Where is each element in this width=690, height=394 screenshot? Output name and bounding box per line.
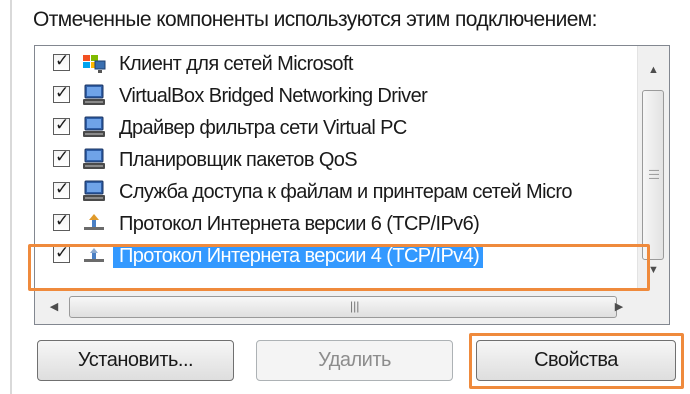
list-item-virtual-pc-filter[interactable]: ✓ Драйвер фильтра сети Virtual PC [35, 112, 637, 144]
install-button[interactable]: Установить... [37, 340, 234, 381]
components-header-label: Отмеченные компоненты используются этим … [33, 8, 597, 31]
scroll-left-arrow-icon[interactable]: ◀ [39, 291, 69, 324]
scroll-right-arrow-icon[interactable]: ▶ [604, 291, 634, 324]
list-item-label: VirtualBox Bridged Networking Driver [119, 85, 428, 107]
list-item-label: Протокол Интернета версии 6 (TCP/IPv6) [119, 213, 480, 235]
list-item-qos-scheduler[interactable]: ✓ Планировщик пакетов QoS [35, 144, 637, 176]
remove-button[interactable]: Удалить [256, 340, 453, 381]
list-item-file-printer-sharing[interactable]: ✓ Служба доступа к файлам и принтерам се… [35, 176, 637, 208]
protocol-icon [81, 211, 107, 235]
grip-icon: ||| [350, 299, 360, 313]
list-item-label: Планировщик пакетов QoS [119, 149, 358, 171]
network-service-icon [81, 83, 107, 107]
list-item-label: Служба доступа к файлам и принтерам сете… [119, 181, 573, 203]
checkbox[interactable]: ✓ [53, 179, 70, 199]
window-border [10, 0, 12, 394]
network-service-icon [81, 147, 107, 171]
checkbox[interactable]: ✓ [53, 115, 70, 135]
checkbox[interactable]: ✓ [53, 147, 70, 167]
network-service-icon [81, 179, 107, 203]
horizontal-scrollbar[interactable]: ◀ ||| ▶ [35, 290, 638, 324]
scrollbar-corner [638, 291, 669, 324]
list-item-microsoft-client[interactable]: ✓ Клиент для сетей Microsoft [35, 48, 637, 80]
scroll-up-arrow-icon[interactable]: ▲ [638, 56, 669, 84]
checkbox[interactable]: ✓ [53, 51, 70, 71]
selected-row-highlight-frame [28, 244, 650, 291]
list-item-tcpipv6[interactable]: ✓ Протокол Интернета версии 6 (TCP/IPv6) [35, 208, 637, 240]
list-item-virtualbox-driver[interactable]: ✓ VirtualBox Bridged Networking Driver [35, 80, 637, 112]
list-item-label: Клиент для сетей Microsoft [119, 53, 353, 75]
grip-icon: — — — [649, 165, 659, 184]
list-item-label: Драйвер фильтра сети Virtual PC [119, 117, 407, 139]
checkbox[interactable]: ✓ [53, 83, 70, 103]
network-client-icon [81, 51, 107, 75]
checkbox[interactable]: ✓ [53, 211, 70, 231]
properties-button-highlight-frame [469, 333, 684, 389]
vertical-scroll-thumb[interactable]: — — — [642, 90, 664, 260]
network-service-icon [81, 115, 107, 139]
horizontal-scroll-thumb[interactable]: ||| [69, 296, 617, 318]
components-rows: ✓ Клиент для сетей Microsoft ✓ VirtualBo… [35, 48, 637, 272]
